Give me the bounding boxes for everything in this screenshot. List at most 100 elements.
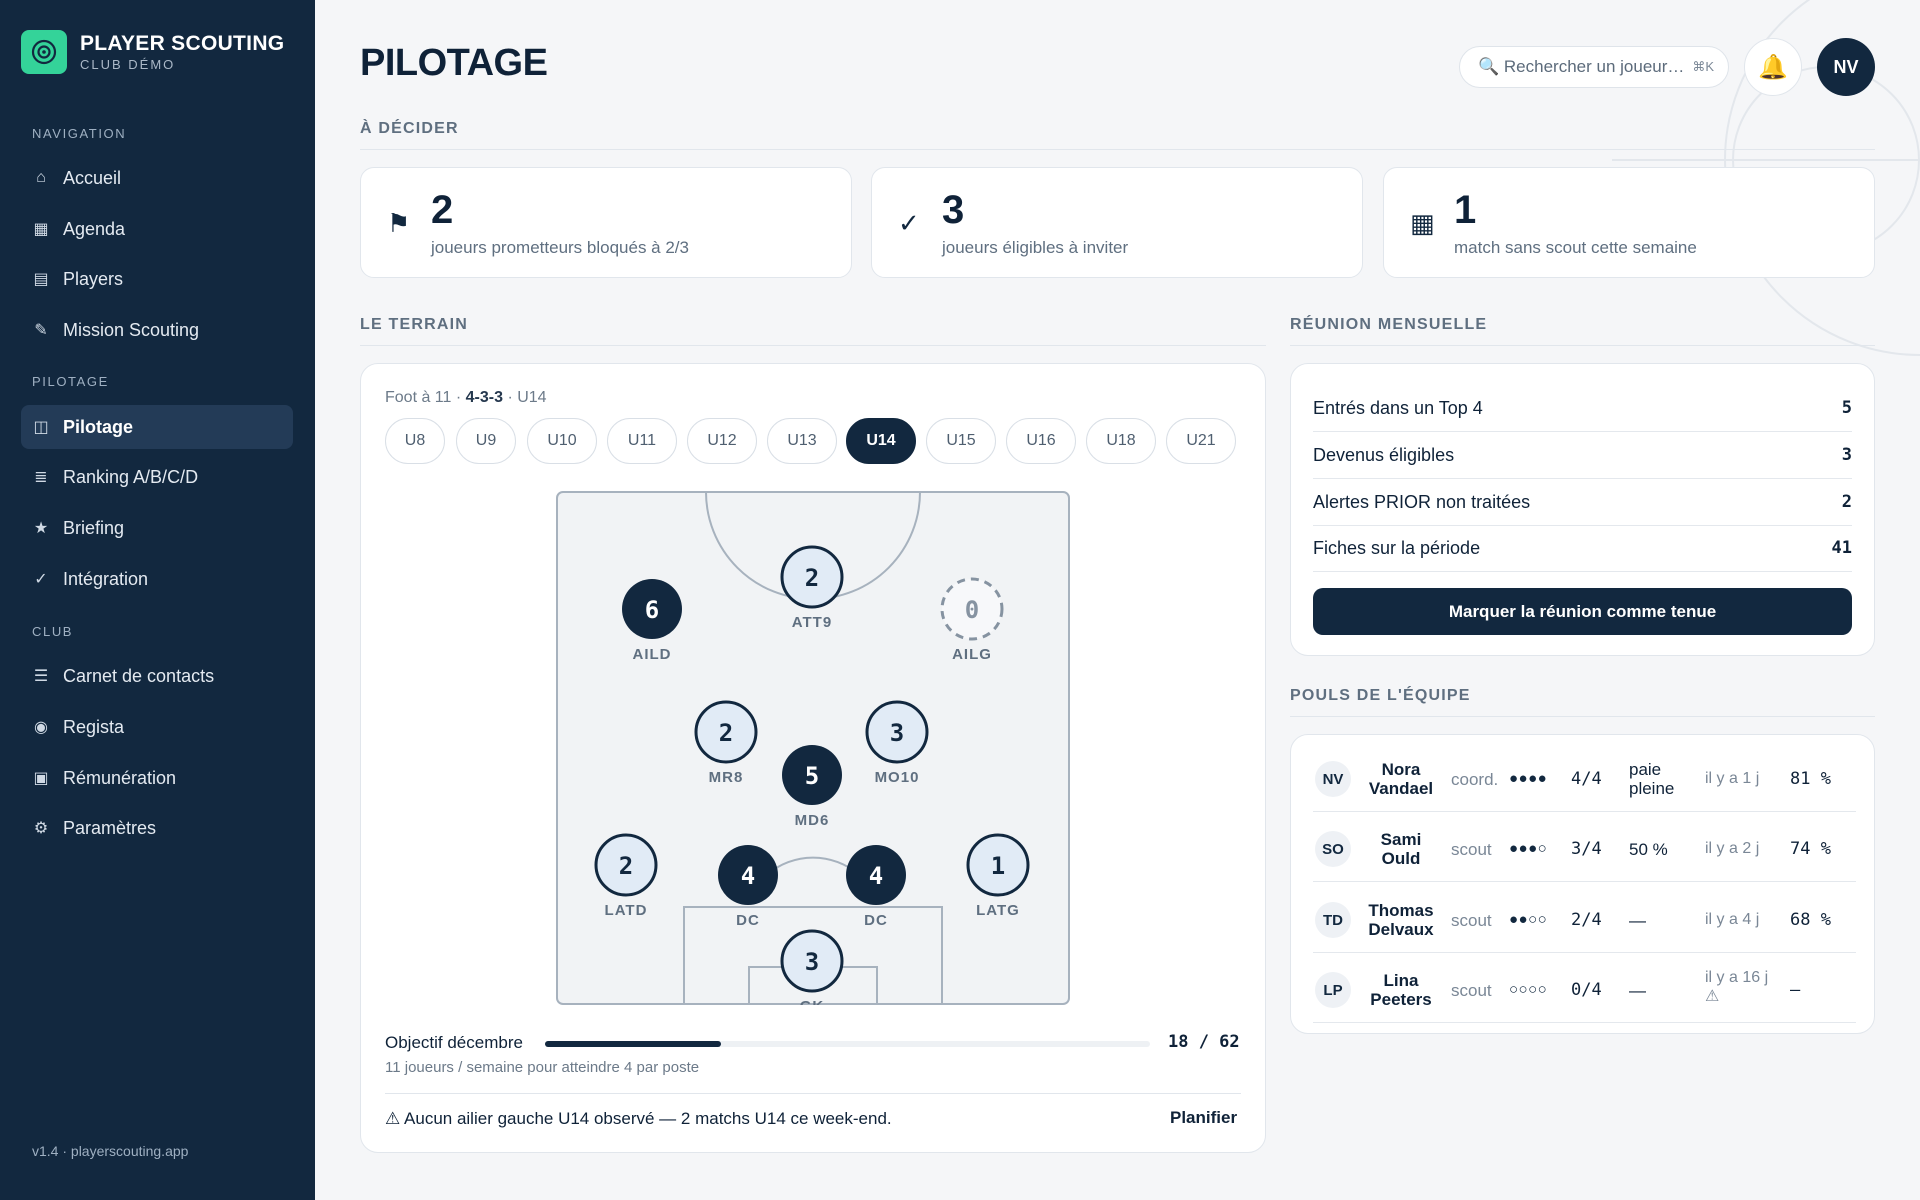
category-tab[interactable]: U12 <box>687 418 757 464</box>
member-ratio: 0/4 <box>1571 980 1602 1000</box>
brand-logo <box>21 30 67 74</box>
user-avatar[interactable]: NV <box>1817 38 1875 96</box>
brand-title: PLAYER SCOUTING <box>80 32 285 55</box>
position-label: AILD <box>633 646 672 663</box>
kpi-card-match-no-scout[interactable]: ▦ 1 match sans scout cette semaine <box>1383 167 1875 278</box>
search-placeholder: Rechercher un joueur… <box>1503 57 1685 76</box>
position-count: 2 <box>805 564 819 592</box>
position-label: MD6 <box>795 812 830 829</box>
meeting-row: Entrés dans un Top 4 5 <box>1313 385 1852 432</box>
kpi-description: joueurs éligibles à inviter <box>942 238 1129 257</box>
member-activity-dots: ●●●○ <box>1509 840 1548 857</box>
sidebar: PLAYER SCOUTING CLUB DÉMO NAVIGATION ⌂ A… <box>0 0 315 1200</box>
category-tab[interactable]: U18 <box>1086 418 1156 464</box>
meeting-row: Alertes PRIOR non traitées 2 <box>1313 479 1852 526</box>
member-name: Sami Ould <box>1380 830 1422 868</box>
position-label: LATD <box>605 902 648 919</box>
search-input[interactable]: 🔍 Rechercher un joueur… ⌘K <box>1459 46 1729 88</box>
kpi-card-blocked[interactable]: ⚑ 2 joueurs prometteurs bloqués à 2/3 <box>360 167 852 278</box>
member-avatar: NV <box>1315 761 1351 797</box>
page-title: PILOTAGE <box>360 42 548 84</box>
mark-meeting-held-button[interactable]: Marquer la réunion comme tenue <box>1313 588 1852 635</box>
player-position-latg[interactable]: 1 LATG <box>966 833 1030 919</box>
meeting-row-value: 41 <box>1831 538 1852 558</box>
section-title-decide: À DÉCIDER <box>360 120 459 137</box>
position-count: 6 <box>645 596 659 624</box>
section-divider <box>1290 716 1875 717</box>
member-name: Lina Peeters <box>1370 971 1432 1009</box>
goal-subtitle: 11 joueurs / semaine pour atteindre 4 pa… <box>385 1059 700 1076</box>
check-icon: ✓ <box>898 208 920 238</box>
member-last-activity: il y a 1 j <box>1705 770 1760 787</box>
category-tab[interactable]: U8 <box>385 418 445 464</box>
player-position-latd[interactable]: 2 LATD <box>594 833 658 919</box>
kpi-description: joueurs prometteurs bloqués à 2/3 <box>431 238 689 257</box>
team-member-row[interactable]: TD Thomas Delvaux scout ●●○○ 2/4 — il y … <box>1313 883 1856 953</box>
section-divider <box>360 345 1266 346</box>
sidebar-item-accueil[interactable]: ⌂ Accueil <box>21 156 293 200</box>
category-tab[interactable]: U9 <box>456 418 516 464</box>
sidebar-item-label: Agenda <box>63 218 126 239</box>
position-label: DC <box>864 912 888 929</box>
gear-icon: ⚙ <box>33 820 49 837</box>
flag-icon: ⚑ <box>387 208 411 238</box>
sidebar-item-integration[interactable]: ✓ Intégration <box>21 557 293 601</box>
player-position-mo10[interactable]: 3 MO10 <box>865 700 929 786</box>
meeting-row-value: 3 <box>1841 445 1852 465</box>
category-tab[interactable]: U16 <box>1006 418 1076 464</box>
team-member-row[interactable]: LP Lina Peeters scout ○○○○ 0/4 — il y a … <box>1313 953 1856 1023</box>
plan-button[interactable]: Planifier <box>1170 1108 1237 1128</box>
category-tab[interactable]: U15 <box>926 418 996 464</box>
meeting-row-value: 2 <box>1841 492 1852 512</box>
member-last-activity: il y a 16 j ⚠ <box>1705 969 1769 1005</box>
member-name: Thomas Delvaux <box>1368 901 1434 939</box>
member-pay: — <box>1629 911 1646 930</box>
dashboard-icon: ◫ <box>33 419 49 436</box>
notifications-button[interactable]: 🔔 <box>1744 38 1802 96</box>
sidebar-item-players[interactable]: ▤ Players <box>21 257 293 301</box>
category-tab[interactable]: U13 <box>767 418 837 464</box>
member-avatar: LP <box>1315 972 1351 1008</box>
sidebar-item-mission-scouting[interactable]: ✎ Mission Scouting <box>21 308 293 352</box>
meeting-row: Devenus éligibles 3 <box>1313 432 1852 479</box>
position-label: DC <box>736 912 760 929</box>
team-member-row[interactable]: NV Nora Vandael coord. ●●●● 4/4 paie ple… <box>1313 742 1856 812</box>
category-tab[interactable]: U10 <box>527 418 597 464</box>
kpi-card-eligible[interactable]: ✓ 3 joueurs éligibles à inviter <box>871 167 1363 278</box>
kpi-value: 1 <box>1454 188 1477 232</box>
member-ratio: 2/4 <box>1571 910 1602 930</box>
member-percentage: 74 % <box>1790 839 1831 859</box>
star-icon: ★ <box>33 520 49 537</box>
sidebar-item-agenda[interactable]: ▦ Agenda <box>21 207 293 251</box>
sidebar-item-label: Carnet de contacts <box>63 665 215 686</box>
category-tab[interactable]: U21 <box>1166 418 1236 464</box>
target-icon: ◉ <box>34 719 48 736</box>
sidebar-item-label: Rémunération <box>63 767 177 788</box>
position-count: 5 <box>805 762 819 790</box>
position-count: 2 <box>719 719 733 747</box>
category-tab-active[interactable]: U14 <box>846 418 916 464</box>
app-version: v1.4 · playerscouting.app <box>32 1143 189 1159</box>
member-ratio: 3/4 <box>1571 839 1602 859</box>
sidebar-item-label: Regista <box>63 716 125 737</box>
sidebar-item-parametres[interactable]: ⚙ Paramètres <box>21 806 293 850</box>
member-avatar: TD <box>1315 902 1351 938</box>
sidebar-item-contacts[interactable]: ☰ Carnet de contacts <box>21 654 293 698</box>
sidebar-item-regista[interactable]: ◉ Regista <box>21 705 293 749</box>
sidebar-item-remuneration[interactable]: ▣ Rémunération <box>21 756 293 800</box>
member-name: Nora Vandael <box>1368 760 1434 798</box>
sidebar-item-briefing[interactable]: ★ Briefing <box>21 506 293 550</box>
payment-icon: ▣ <box>33 770 49 787</box>
check-icon: ✓ <box>34 571 48 588</box>
member-activity-dots: ●●●● <box>1509 770 1548 787</box>
sidebar-item-pilotage[interactable]: ◫ Pilotage <box>21 405 293 449</box>
brand[interactable]: PLAYER SCOUTING CLUB DÉMO <box>21 30 284 74</box>
team-member-row[interactable]: SO Sami Ould scout ●●●○ 3/4 50 % il y a … <box>1313 812 1856 882</box>
sidebar-item-label: Players <box>63 268 124 289</box>
member-pay: — <box>1629 981 1646 1000</box>
position-count: 3 <box>805 948 819 976</box>
sidebar-item-ranking[interactable]: ≣ Ranking A/B/C/D <box>21 455 293 499</box>
calendar-icon: ▦ <box>1410 208 1435 238</box>
category-tab[interactable]: U11 <box>607 418 677 464</box>
position-label: LATG <box>976 902 1020 919</box>
